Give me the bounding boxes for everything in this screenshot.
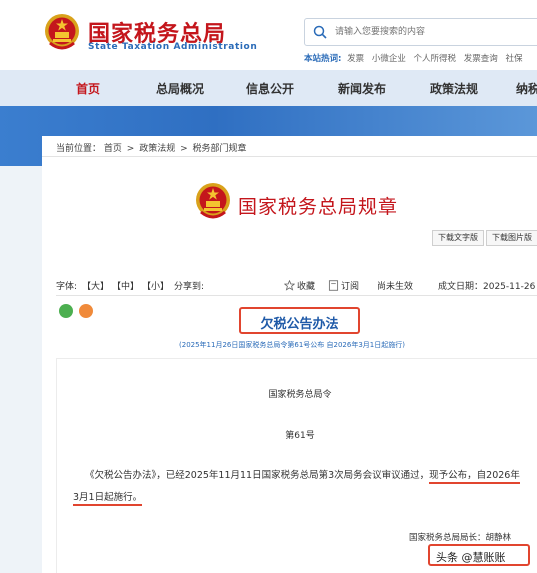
document-title: 欠税公告办法 bbox=[260, 317, 339, 332]
hot-word-link[interactable]: 发票查询 bbox=[464, 54, 498, 64]
body-paragraph: 《欠税公告办法》，已经2025年11月11日国家税务总局第3次局务会议审议通过，… bbox=[85, 467, 537, 484]
body-paragraph-continued: 3月1日起施行。 bbox=[73, 489, 143, 506]
nav-item-disclosure[interactable]: 信息公开 bbox=[246, 80, 294, 97]
nav-item-tax[interactable]: 纳税 bbox=[516, 80, 537, 97]
share-label: 分享到: bbox=[174, 282, 205, 292]
search-input[interactable] bbox=[335, 23, 535, 41]
order-number: 第61号 bbox=[285, 431, 315, 441]
issuer-line: 国家税务总局令 bbox=[268, 390, 332, 400]
national-emblem-icon bbox=[45, 14, 79, 50]
favorite-button[interactable]: 收藏 bbox=[284, 279, 315, 292]
breadcrumb-separator: > bbox=[180, 144, 188, 154]
breadcrumb-policy[interactable]: 政策法规 bbox=[139, 144, 175, 154]
divider bbox=[42, 156, 537, 157]
subscribe-button[interactable]: 订阅 bbox=[328, 279, 359, 292]
breadcrumb: 当前位置： 首页 > 政策法规 > 税务部门规章 bbox=[56, 141, 247, 154]
nav-item-home[interactable]: 首页 bbox=[76, 80, 100, 97]
main-nav: 首页 总局概况 信息公开 新闻发布 政策法规 纳税 bbox=[0, 70, 537, 106]
breadcrumb-home[interactable]: 首页 bbox=[104, 144, 122, 154]
paragraph-text: 《欠税公告办法》，已经2025年11月11日国家税务总局第3次局务会议审议通过， bbox=[85, 470, 430, 481]
document-subtitle: (2025年11月26日国家税务总局令第61号公布 自2026年3月1日起施行) bbox=[179, 341, 405, 349]
favorite-label: 收藏 bbox=[297, 282, 316, 292]
hot-word-link[interactable]: 社保 bbox=[505, 54, 522, 64]
subscribe-label: 订阅 bbox=[341, 282, 360, 292]
document-title-box: 欠税公告办法 bbox=[239, 307, 360, 334]
font-medium-button[interactable]: 【中】 bbox=[112, 279, 139, 292]
star-icon bbox=[284, 280, 295, 291]
rules-section-title: 国家税务总局规章 bbox=[238, 196, 399, 218]
weibo-share-icon[interactable] bbox=[79, 304, 93, 318]
article-toolbar: 字体: 【大】 【中】 【小】 分享到: 收藏 订阅 尚未生效 成文日期：202… bbox=[42, 279, 537, 293]
breadcrumb-rules[interactable]: 税务部门规章 bbox=[193, 144, 247, 154]
breadcrumb-separator: > bbox=[126, 144, 135, 154]
nav-item-overview[interactable]: 总局概况 bbox=[156, 80, 204, 97]
font-large-button[interactable]: 【大】 bbox=[82, 279, 109, 292]
search-box[interactable] bbox=[304, 18, 537, 46]
document-body: 国家税务总局令 第61号 《欠税公告办法》，已经2025年11月11日国家税务总… bbox=[56, 358, 537, 573]
hot-word-link[interactable]: 小微企业 bbox=[372, 54, 406, 64]
font-small-button[interactable]: 【小】 bbox=[142, 279, 169, 292]
highlighted-text: 3月1日起施行。 bbox=[73, 492, 143, 506]
nav-item-policy[interactable]: 政策法规 bbox=[430, 80, 478, 97]
wechat-share-icon[interactable] bbox=[59, 304, 73, 318]
font-size-label: 字体: bbox=[56, 282, 78, 292]
watermark-text: 头条 @慧账账 bbox=[436, 551, 506, 564]
content-panel: 当前位置： 首页 > 政策法规 > 税务部门规章 国家税务总局规章 下载文字版 … bbox=[42, 136, 537, 573]
download-image-button[interactable]: 下载图片版 bbox=[486, 230, 537, 246]
divider bbox=[56, 295, 537, 296]
highlighted-text: 现予公布，自2026年 bbox=[429, 470, 520, 484]
hot-word-link[interactable]: 发票 bbox=[347, 54, 364, 64]
site-header: 国家税务总局 State Taxation Administration 本站热… bbox=[0, 0, 537, 70]
search-icon[interactable] bbox=[313, 25, 327, 39]
watermark: 头条 @慧账账 bbox=[428, 544, 530, 566]
breadcrumb-prefix: 当前位置： bbox=[56, 144, 102, 154]
nav-item-news[interactable]: 新闻发布 bbox=[338, 80, 386, 97]
hot-words-label: 本站热词: bbox=[304, 54, 342, 64]
download-text-button[interactable]: 下载文字版 bbox=[432, 230, 484, 246]
site-subtitle: State Taxation Administration bbox=[88, 42, 258, 52]
bookmark-icon bbox=[328, 280, 339, 291]
hot-word-link[interactable]: 个人所得税 bbox=[414, 54, 457, 64]
hot-words-bar: 本站热词: 发票 小微企业 个人所得税 发票查询 社保 bbox=[304, 52, 528, 64]
document-date: 成文日期：2025-11-26 bbox=[438, 282, 536, 292]
status-text: 尚未生效 bbox=[377, 282, 414, 292]
national-emblem-icon bbox=[196, 183, 230, 219]
director-signature: 国家税务总局局长：胡静林 bbox=[409, 533, 512, 543]
